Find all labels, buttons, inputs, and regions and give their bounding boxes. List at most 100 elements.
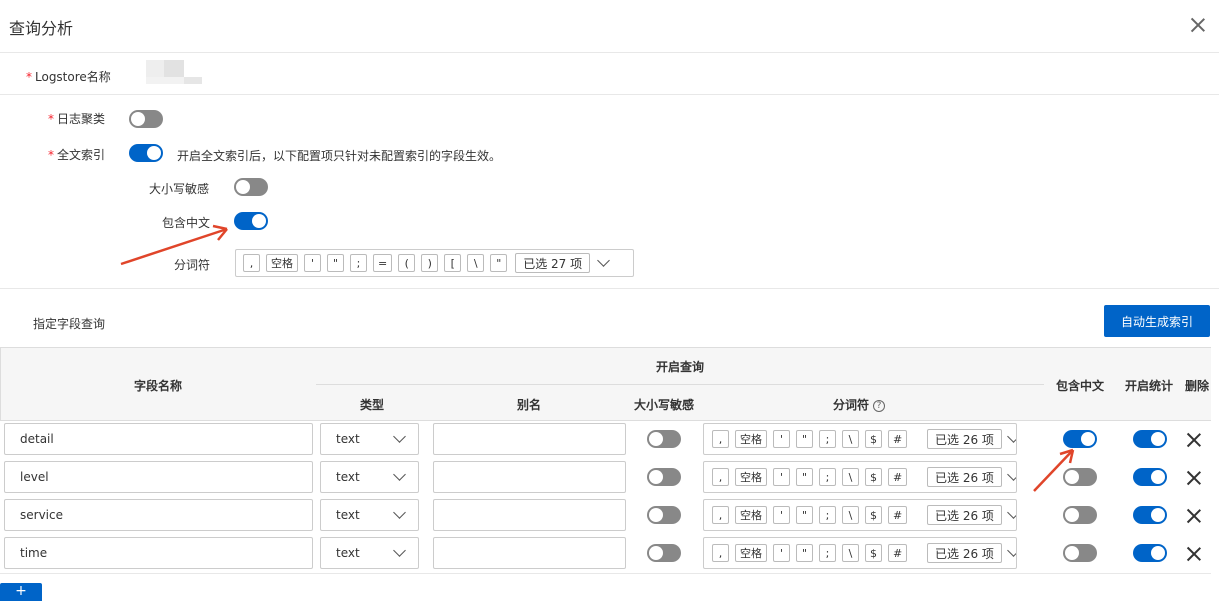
field-name-value: detail <box>20 432 54 446</box>
field-name-input[interactable]: service <box>4 499 313 531</box>
log-cluster-label: * 日志聚类 <box>48 112 106 126</box>
delete-row-icon[interactable] <box>1187 433 1201 447</box>
header-divider <box>316 384 1044 385</box>
delimiter-token: $ <box>865 544 882 562</box>
delimiter-select[interactable]: , 空格 ' "; \ $ # 已选 26 项 <box>703 537 1017 569</box>
alias-input[interactable] <box>433 423 626 455</box>
field-name-input[interactable]: detail <box>4 423 313 455</box>
field-name-input[interactable]: level <box>4 461 313 493</box>
delete-row-icon[interactable] <box>1187 471 1201 485</box>
delimiter-token: ' <box>304 254 321 272</box>
delimiter-token: , <box>243 254 260 272</box>
logstore-label: * Logstore名称 <box>26 70 111 84</box>
delimiter-tokens: , 空格 ' "; \ $ # <box>712 430 927 448</box>
help-icon[interactable]: ? <box>873 399 885 412</box>
delimiter-token: ( <box>398 254 416 272</box>
case-sensitive-toggle[interactable] <box>647 506 681 524</box>
case-sensitive-toggle[interactable] <box>234 178 268 196</box>
delimiter-token: " <box>796 506 813 524</box>
delimiter-token: ; <box>819 544 836 562</box>
delimiter-token: " <box>796 544 813 562</box>
delimiter-token: ) <box>421 254 439 272</box>
delimiter-selected-count: 已选 26 项 <box>927 429 1002 449</box>
delimiter-token: # <box>888 544 908 562</box>
delimiter-token: $ <box>865 430 882 448</box>
delimiter-select[interactable]: , 空格 ' "; \ $ # 已选 26 项 <box>703 499 1017 531</box>
delimiter-token: , <box>712 468 729 486</box>
delimiter-token: \ <box>842 468 859 486</box>
logstore-name-redacted <box>146 60 202 84</box>
type-value: text <box>336 508 360 522</box>
field-name-value: time <box>20 546 48 560</box>
chevron-down-icon <box>393 468 406 483</box>
include-chinese-toggle[interactable] <box>1063 506 1097 524</box>
delimiter-token: ' <box>773 506 790 524</box>
field-query-label: 指定字段查询 <box>33 317 106 331</box>
case-sensitive-toggle[interactable] <box>647 468 681 486</box>
delimiter-label: 分词符 <box>174 258 211 272</box>
fulltext-toggle[interactable] <box>129 144 163 162</box>
divider <box>0 288 1219 289</box>
alias-input[interactable] <box>433 499 626 531</box>
delimiter-token: \ <box>842 506 859 524</box>
case-sensitive-toggle[interactable] <box>647 430 681 448</box>
type-select[interactable]: text <box>320 537 419 569</box>
delimiter-token: $ <box>865 468 882 486</box>
divider <box>0 94 1219 95</box>
alias-input[interactable] <box>433 537 626 569</box>
delimiter-token: , <box>712 430 729 448</box>
case-sensitive-toggle[interactable] <box>647 544 681 562</box>
enable-stats-toggle[interactable] <box>1133 506 1167 524</box>
delimiter-token: " <box>796 468 813 486</box>
close-icon[interactable] <box>1190 17 1206 33</box>
delimiter-selected-count: 已选 26 项 <box>927 543 1002 563</box>
auto-generate-index-button[interactable]: 自动生成索引 <box>1104 305 1210 337</box>
delimiter-token: ; <box>350 254 367 272</box>
delimiter-token: 空格 <box>266 254 298 272</box>
th-type: 类型 <box>359 398 384 412</box>
type-value: text <box>336 546 360 560</box>
delimiter-token: ; <box>819 430 836 448</box>
delimiter-select[interactable]: , 空格 ' "; \ $ # 已选 26 项 <box>703 423 1017 455</box>
delimiter-tokens: , 空格 ' "; \ $ # <box>712 468 927 486</box>
include-chinese-toggle[interactable] <box>234 212 268 230</box>
include-chinese-toggle[interactable] <box>1063 544 1097 562</box>
type-value: text <box>336 470 360 484</box>
delimiter-token: , <box>712 544 729 562</box>
delimiter-tokens: , 空格 ' "; = () [\ " <box>243 254 513 272</box>
delimiter-token: ; <box>819 468 836 486</box>
type-select[interactable]: text <box>320 423 419 455</box>
delimiter-select[interactable]: , 空格 ' "; \ $ # 已选 26 项 <box>703 461 1017 493</box>
chevron-down-icon <box>393 506 406 521</box>
delimiter-token: # <box>888 468 908 486</box>
delimiter-token: \ <box>842 544 859 562</box>
delimiter-token: [ <box>444 254 462 272</box>
delimiter-tokens: , 空格 ' "; \ $ # <box>712 544 927 562</box>
delimiter-select[interactable]: , 空格 ' "; = () [\ " 已选 27 项 <box>235 249 634 277</box>
delimiter-selected-count: 已选 27 项 <box>515 253 591 273</box>
enable-stats-toggle[interactable] <box>1133 468 1167 486</box>
alias-input[interactable] <box>433 461 626 493</box>
enable-stats-toggle[interactable] <box>1133 544 1167 562</box>
include-chinese-toggle[interactable] <box>1063 430 1097 448</box>
delete-row-icon[interactable] <box>1187 547 1201 561</box>
field-name-input[interactable]: time <box>4 537 313 569</box>
enable-stats-toggle[interactable] <box>1133 430 1167 448</box>
delete-row-icon[interactable] <box>1187 509 1201 523</box>
dialog-title: 查询分析 <box>9 19 74 38</box>
chevron-down-icon <box>1007 506 1016 523</box>
delimiter-token: # <box>888 506 908 524</box>
delimiter-token: " <box>490 254 508 272</box>
delimiter-token: 空格 <box>735 544 767 562</box>
chevron-down-icon <box>1007 468 1016 485</box>
type-select[interactable]: text <box>320 461 419 493</box>
type-select[interactable]: text <box>320 499 419 531</box>
log-cluster-toggle[interactable] <box>129 110 163 128</box>
add-field-button[interactable]: + <box>0 583 42 601</box>
chevron-down-icon <box>393 430 406 445</box>
th-alias: 别名 <box>516 398 541 412</box>
table-row: service text, 空格 ' "; \ $ # 已选 26 项 <box>0 495 1211 533</box>
delimiter-token: " <box>796 430 813 448</box>
delimiter-token: 空格 <box>735 430 767 448</box>
table-row: time text, 空格 ' "; \ $ # 已选 26 项 <box>0 533 1211 571</box>
